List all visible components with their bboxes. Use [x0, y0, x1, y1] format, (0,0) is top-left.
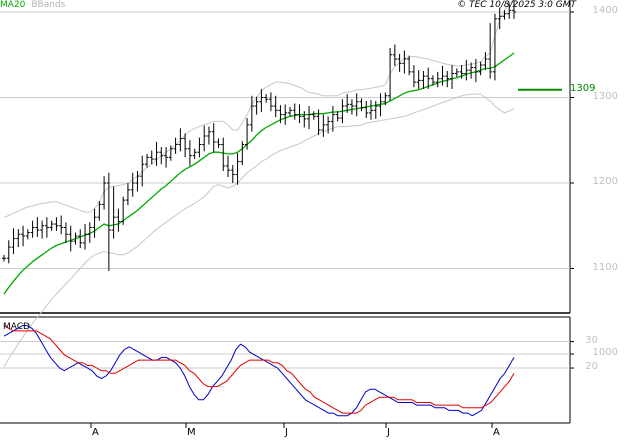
x-tick-label: A	[92, 427, 99, 438]
macd-y-tick-label: 20	[585, 361, 598, 373]
x-tick-label: M	[187, 427, 196, 438]
level-label-1309: 1309	[570, 82, 596, 94]
copyright-text: © TEC 10/8/2025 3:0 GMT	[457, 0, 576, 10]
legend-ma20: MA20	[0, 0, 26, 10]
macd-panel-label: MACD	[3, 322, 30, 332]
y-tick-label: 1000	[592, 347, 618, 358]
x-tick-label: J	[387, 427, 390, 438]
y-tick-label: 1400	[592, 5, 618, 16]
chart	[0, 0, 627, 440]
legend: MA20 BBands	[0, 0, 71, 12]
y-tick-label: 1200	[592, 176, 618, 187]
chart-frame	[0, 0, 627, 440]
y-tick-label: 1100	[592, 261, 618, 273]
macd-y-tick-label: 30	[585, 334, 598, 346]
background	[0, 0, 627, 440]
x-tick-label: J	[285, 427, 288, 438]
legend-bbands: BBands	[31, 0, 66, 10]
x-tick-label: A	[493, 427, 500, 438]
